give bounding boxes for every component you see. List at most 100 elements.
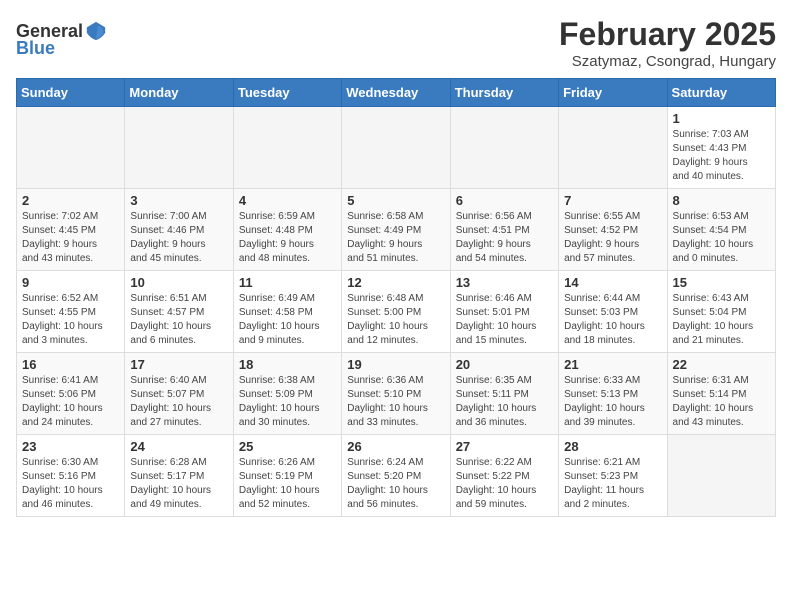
calendar-cell: 16 Sunrise: 6:41 AM Sunset: 5:06 PM Dayli… — [17, 353, 125, 435]
calendar-cell: 6Sunrise: 6:56 AM Sunset: 4:51 PM Daylig… — [450, 189, 558, 271]
calendar-cell: 18 Sunrise: 6:38 AM Sunset: 5:09 PM Dayli… — [233, 353, 341, 435]
day-number: 11 — [239, 275, 336, 290]
day-info: Sunrise: 7:03 AM Sunset: 4:43 PM Dayligh… — [673, 128, 770, 184]
day-number: 8 — [673, 193, 770, 208]
calendar-cell — [450, 107, 558, 189]
day-number: 15 — [673, 275, 770, 290]
day-info: Sunrise: 6:35 AM Sunset: 5:11 PM Dayligh… — [456, 374, 553, 430]
calendar-cell — [667, 435, 775, 517]
day-info: Sunrise: 6:43 AM Sunset: 5:04 PM Dayligh… — [673, 292, 770, 348]
calendar-cell — [342, 107, 450, 189]
day-number: 28 — [564, 439, 661, 454]
calendar-cell: 14 Sunrise: 6:44 AM Sunset: 5:03 PM Dayli… — [559, 271, 667, 353]
calendar-weekday-wednesday: Wednesday — [342, 79, 450, 107]
calendar-cell: 23 Sunrise: 6:30 AM Sunset: 5:16 PM Dayli… — [17, 435, 125, 517]
day-info: Sunrise: 6:36 AM Sunset: 5:10 PM Dayligh… — [347, 374, 444, 430]
calendar-cell: 20 Sunrise: 6:35 AM Sunset: 5:11 PM Dayli… — [450, 353, 558, 435]
calendar-cell: 25 Sunrise: 6:26 AM Sunset: 5:19 PM Dayli… — [233, 435, 341, 517]
calendar-cell: 11 Sunrise: 6:49 AM Sunset: 4:58 PM Dayli… — [233, 271, 341, 353]
day-info: Sunrise: 6:49 AM Sunset: 4:58 PM Dayligh… — [239, 292, 336, 348]
day-info: Sunrise: 6:52 AM Sunset: 4:55 PM Dayligh… — [22, 292, 119, 348]
day-number: 9 — [22, 275, 119, 290]
calendar-cell: 8 Sunrise: 6:53 AM Sunset: 4:54 PM Daylig… — [667, 189, 775, 271]
day-info: Sunrise: 6:31 AM Sunset: 5:14 PM Dayligh… — [673, 374, 770, 430]
day-number: 16 — [22, 357, 119, 372]
day-info: Sunrise: 6:26 AM Sunset: 5:19 PM Dayligh… — [239, 456, 336, 512]
day-number: 23 — [22, 439, 119, 454]
day-info: Sunrise: 6:44 AM Sunset: 5:03 PM Dayligh… — [564, 292, 661, 348]
day-number: 14 — [564, 275, 661, 290]
calendar-weekday-friday: Friday — [559, 79, 667, 107]
calendar-week-1: 1 Sunrise: 7:03 AM Sunset: 4:43 PM Daylig… — [17, 107, 776, 189]
day-info: Sunrise: 6:24 AM Sunset: 5:20 PM Dayligh… — [347, 456, 444, 512]
day-info: Sunrise: 6:41 AM Sunset: 5:06 PM Dayligh… — [22, 374, 119, 430]
calendar-cell: 12 Sunrise: 6:48 AM Sunset: 5:00 PM Dayli… — [342, 271, 450, 353]
day-info: Sunrise: 6:40 AM Sunset: 5:07 PM Dayligh… — [130, 374, 227, 430]
day-number: 4 — [239, 193, 336, 208]
calendar-cell: 24 Sunrise: 6:28 AM Sunset: 5:17 PM Dayli… — [125, 435, 233, 517]
calendar-cell: 3 Sunrise: 7:00 AM Sunset: 4:46 PM Daylig… — [125, 189, 233, 271]
day-info: Sunrise: 6:55 AM Sunset: 4:52 PM Dayligh… — [564, 210, 661, 266]
day-number: 25 — [239, 439, 336, 454]
day-number: 27 — [456, 439, 553, 454]
day-info: Sunrise: 7:00 AM Sunset: 4:46 PM Dayligh… — [130, 210, 227, 266]
calendar-week-3: 9 Sunrise: 6:52 AM Sunset: 4:55 PM Daylig… — [17, 271, 776, 353]
logo-blue: Blue — [16, 38, 55, 59]
calendar-cell: 2 Sunrise: 7:02 AM Sunset: 4:45 PM Daylig… — [17, 189, 125, 271]
calendar-cell: 1 Sunrise: 7:03 AM Sunset: 4:43 PM Daylig… — [667, 107, 775, 189]
day-number: 13 — [456, 275, 553, 290]
day-number: 2 — [22, 193, 119, 208]
day-number: 18 — [239, 357, 336, 372]
day-info: Sunrise: 6:58 AM Sunset: 4:49 PM Dayligh… — [347, 210, 444, 266]
logo-icon — [85, 20, 107, 42]
calendar-cell: 9 Sunrise: 6:52 AM Sunset: 4:55 PM Daylig… — [17, 271, 125, 353]
calendar-header: SundayMondayTuesdayWednesdayThursdayFrid… — [17, 79, 776, 107]
calendar: SundayMondayTuesdayWednesdayThursdayFrid… — [16, 78, 776, 517]
calendar-weekday-sunday: Sunday — [17, 79, 125, 107]
day-number: 26 — [347, 439, 444, 454]
calendar-cell: 13 Sunrise: 6:46 AM Sunset: 5:01 PM Dayli… — [450, 271, 558, 353]
location-title: Szatymaz, Csongrad, Hungary — [559, 53, 776, 70]
logo: General Blue — [16, 20, 107, 59]
calendar-cell: 21Sunrise: 6:33 AM Sunset: 5:13 PM Dayli… — [559, 353, 667, 435]
calendar-cell: 19 Sunrise: 6:36 AM Sunset: 5:10 PM Dayli… — [342, 353, 450, 435]
calendar-cell: 27 Sunrise: 6:22 AM Sunset: 5:22 PM Dayli… — [450, 435, 558, 517]
calendar-weekday-thursday: Thursday — [450, 79, 558, 107]
day-number: 1 — [673, 111, 770, 126]
day-info: Sunrise: 6:21 AM Sunset: 5:23 PM Dayligh… — [564, 456, 661, 512]
day-info: Sunrise: 6:30 AM Sunset: 5:16 PM Dayligh… — [22, 456, 119, 512]
day-number: 12 — [347, 275, 444, 290]
day-info: Sunrise: 6:51 AM Sunset: 4:57 PM Dayligh… — [130, 292, 227, 348]
calendar-cell: 4Sunrise: 6:59 AM Sunset: 4:48 PM Daylig… — [233, 189, 341, 271]
day-number: 24 — [130, 439, 227, 454]
page-header: General Blue February 2025 Szatymaz, Cso… — [16, 16, 776, 70]
day-info: Sunrise: 7:02 AM Sunset: 4:45 PM Dayligh… — [22, 210, 119, 266]
day-number: 3 — [130, 193, 227, 208]
calendar-weekday-saturday: Saturday — [667, 79, 775, 107]
day-info: Sunrise: 6:22 AM Sunset: 5:22 PM Dayligh… — [456, 456, 553, 512]
day-info: Sunrise: 6:28 AM Sunset: 5:17 PM Dayligh… — [130, 456, 227, 512]
day-number: 20 — [456, 357, 553, 372]
calendar-cell: 5 Sunrise: 6:58 AM Sunset: 4:49 PM Daylig… — [342, 189, 450, 271]
calendar-cell — [125, 107, 233, 189]
calendar-cell: 15 Sunrise: 6:43 AM Sunset: 5:04 PM Dayli… — [667, 271, 775, 353]
calendar-cell: 7 Sunrise: 6:55 AM Sunset: 4:52 PM Daylig… — [559, 189, 667, 271]
day-info: Sunrise: 6:38 AM Sunset: 5:09 PM Dayligh… — [239, 374, 336, 430]
day-number: 19 — [347, 357, 444, 372]
calendar-cell: 17Sunrise: 6:40 AM Sunset: 5:07 PM Dayli… — [125, 353, 233, 435]
calendar-cell: 26 Sunrise: 6:24 AM Sunset: 5:20 PM Dayli… — [342, 435, 450, 517]
calendar-cell: 28 Sunrise: 6:21 AM Sunset: 5:23 PM Dayli… — [559, 435, 667, 517]
calendar-week-4: 16 Sunrise: 6:41 AM Sunset: 5:06 PM Dayli… — [17, 353, 776, 435]
calendar-weekday-monday: Monday — [125, 79, 233, 107]
day-number: 6 — [456, 193, 553, 208]
day-number: 7 — [564, 193, 661, 208]
calendar-body: 1 Sunrise: 7:03 AM Sunset: 4:43 PM Daylig… — [17, 107, 776, 517]
calendar-week-5: 23 Sunrise: 6:30 AM Sunset: 5:16 PM Dayli… — [17, 435, 776, 517]
month-title: February 2025 — [559, 16, 776, 53]
day-info: Sunrise: 6:48 AM Sunset: 5:00 PM Dayligh… — [347, 292, 444, 348]
calendar-cell — [559, 107, 667, 189]
title-area: February 2025 Szatymaz, Csongrad, Hungar… — [559, 16, 776, 70]
day-info: Sunrise: 6:46 AM Sunset: 5:01 PM Dayligh… — [456, 292, 553, 348]
day-number: 5 — [347, 193, 444, 208]
day-info: Sunrise: 6:53 AM Sunset: 4:54 PM Dayligh… — [673, 210, 770, 266]
